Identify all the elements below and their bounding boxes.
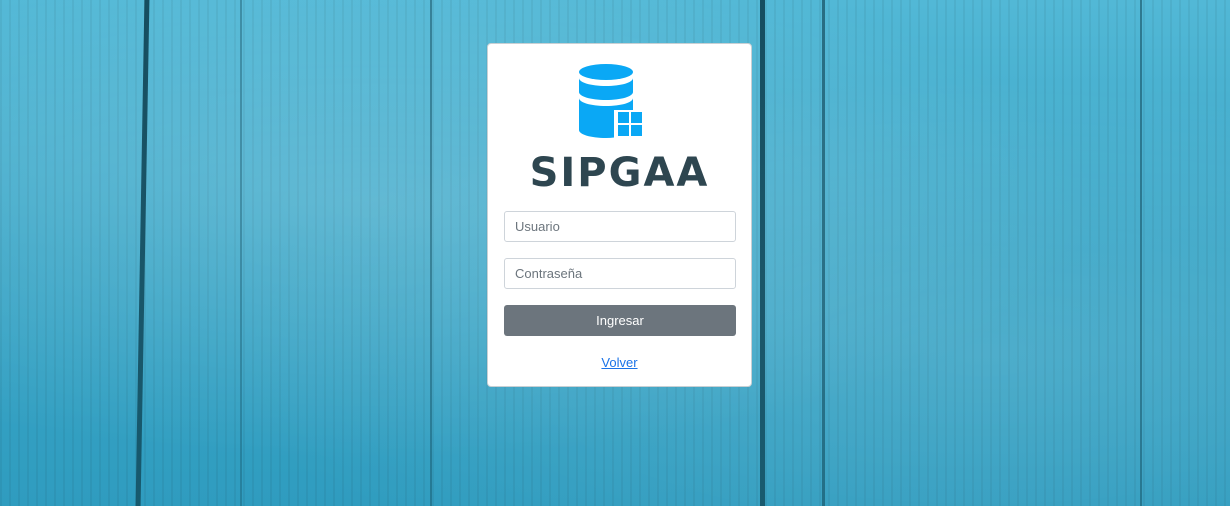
password-input[interactable] — [504, 258, 736, 289]
login-card: SIPGAA Ingresar Volver — [487, 43, 752, 387]
login-button[interactable]: Ingresar — [504, 305, 736, 336]
database-windows-icon — [579, 64, 644, 138]
username-input[interactable] — [504, 211, 736, 242]
back-link[interactable]: Volver — [601, 355, 637, 370]
wood-crack — [240, 0, 242, 506]
wood-crack — [760, 0, 765, 506]
wood-crack — [430, 0, 432, 506]
back-link-container: Volver — [488, 355, 751, 370]
wood-crack — [822, 0, 825, 506]
brand-title: SIPGAA — [529, 150, 710, 196]
wood-crack — [1140, 0, 1142, 506]
